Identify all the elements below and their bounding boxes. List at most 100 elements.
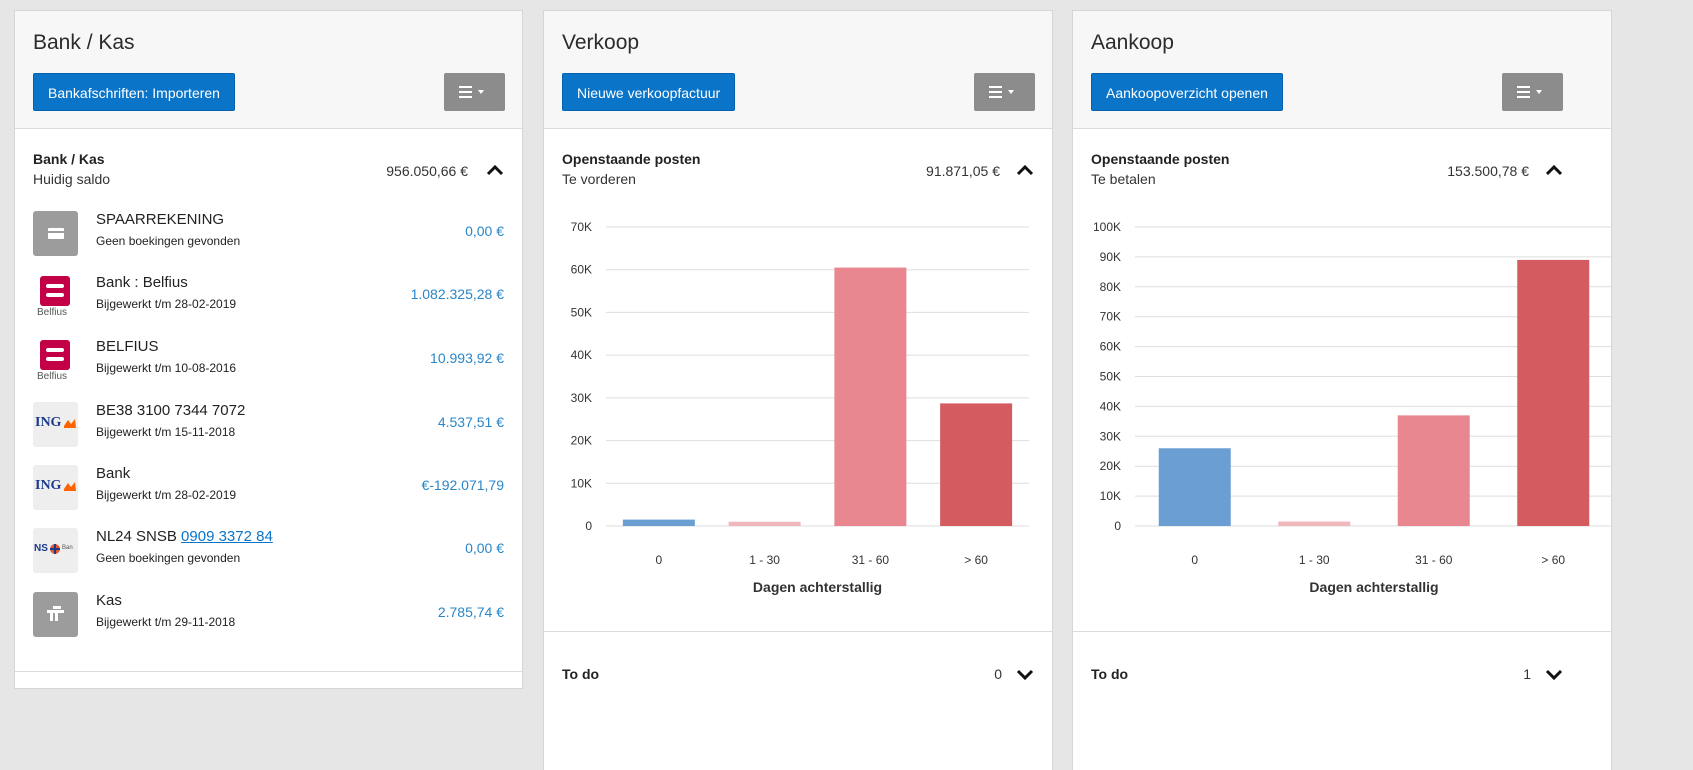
x-category-label: 1 - 30: [1299, 553, 1330, 567]
account-balance[interactable]: €-192.071,79: [421, 477, 504, 493]
y-tick-label: 10K: [1100, 489, 1121, 503]
chart-bar[interactable]: [1158, 448, 1231, 526]
logo-text: ING: [35, 415, 62, 430]
y-tick-label: 60K: [1100, 340, 1121, 354]
divider: [15, 671, 522, 672]
y-tick-label: 40K: [1100, 399, 1121, 413]
chart-bar[interactable]: [1397, 415, 1470, 526]
total-balance: 956.050,66 €: [386, 163, 468, 179]
account-balance[interactable]: 0,00 €: [465, 223, 504, 239]
open-items-section-header[interactable]: Openstaande posten Te betalen 153.500,78…: [1091, 151, 1563, 195]
account-status: Bijgewerkt t/m 28-02-2019: [96, 297, 237, 311]
open-items-section-header[interactable]: Openstaande posten Te vorderen 91.871,05…: [562, 151, 1034, 195]
menu-icon: [459, 86, 484, 98]
logo-text: NS: [34, 543, 48, 554]
logo-text: Belfius: [37, 371, 68, 382]
payable-total: 153.500,78 €: [1447, 163, 1529, 179]
x-axis-title: Dagen achterstallig: [753, 579, 882, 595]
balance-section-header[interactable]: Bank / Kas Huidig saldo 956.050,66 €: [33, 151, 504, 195]
y-tick-label: 50K: [1100, 370, 1121, 384]
account-balance[interactable]: 1.082.325,28 €: [411, 286, 504, 302]
todo-count: 0: [994, 666, 1002, 682]
account-name: Kas: [96, 592, 122, 609]
account-row[interactable]: ING BE38 3100 7344 7072 Bijgewerkt t/m 1…: [33, 402, 504, 452]
y-tick-label: 10K: [571, 476, 592, 490]
chart-bar[interactable]: [1278, 521, 1351, 526]
account-status: Bijgewerkt t/m 29-11-2018: [96, 615, 236, 629]
chevron-down-icon[interactable]: [1016, 669, 1034, 681]
y-tick-label: 50K: [571, 305, 592, 319]
divider: [1073, 631, 1611, 632]
y-tick-label: 90K: [1100, 250, 1121, 264]
account-balance[interactable]: 10.993,92 €: [430, 350, 504, 366]
open-purchase-overview-button[interactable]: Aankoopoverzicht openen: [1091, 73, 1283, 111]
chevron-up-icon[interactable]: [486, 164, 504, 176]
chart-bar[interactable]: [834, 267, 907, 526]
todo-title: To do: [1091, 666, 1129, 682]
panel-title: Verkoop: [562, 31, 640, 54]
account-row[interactable]: NS Ban NL24 SNSB 0909 3372 84 Geen boeki…: [33, 528, 504, 578]
y-tick-label: 40K: [571, 348, 592, 362]
account-row[interactable]: SPAARREKENING Geen boekingen gevonden 0,…: [33, 211, 504, 261]
chevron-up-icon[interactable]: [1016, 164, 1034, 176]
account-name: Bank : Belfius: [96, 274, 188, 291]
x-category-label: 0: [656, 553, 663, 567]
account-number-link[interactable]: 0909 3372 84: [181, 528, 273, 545]
cash-register-icon: [33, 592, 78, 637]
panel-menu-button[interactable]: [444, 73, 505, 111]
panel-header: Aankoop Aankoopoverzicht openen: [1073, 11, 1611, 129]
todo-section-header[interactable]: To do 0: [562, 661, 1034, 691]
menu-icon: [1517, 86, 1542, 98]
chevron-up-icon[interactable]: [1545, 164, 1563, 176]
payables-aging-chart: 0 10K 20K 30K 40K 50K 60K 70K 80K 90K 100K 0 1 - 30 3…: [1093, 220, 1613, 595]
account-row[interactable]: ING Bank Bijgewerkt t/m 28-02-2019 €-192…: [33, 465, 504, 515]
x-category-label: 31 - 60: [852, 553, 890, 567]
todo-section-header[interactable]: To do 1: [1091, 661, 1563, 691]
y-tick-label: 60K: [571, 263, 592, 277]
todo-title: To do: [562, 666, 600, 682]
account-balance[interactable]: 0,00 €: [465, 540, 504, 556]
y-tick-label: 20K: [571, 434, 592, 448]
account-status: Geen boekingen gevonden: [96, 551, 241, 565]
belfius-logo-icon: Belfius: [33, 338, 78, 383]
new-sales-invoice-button[interactable]: Nieuwe verkoopfactuur: [562, 73, 736, 111]
x-category-label: 0: [1191, 553, 1198, 567]
account-balance[interactable]: 2.785,74 €: [438, 604, 504, 620]
y-tick-label: 0: [1114, 519, 1121, 533]
y-tick-label: 30K: [571, 391, 592, 405]
logo-small-text: Ban: [62, 545, 73, 551]
import-bank-statements-button[interactable]: Bankafschriften: Importeren: [33, 73, 235, 111]
chart-bar[interactable]: [1517, 259, 1590, 526]
y-tick-label: 0: [585, 519, 592, 533]
y-tick-label: 70K: [1100, 310, 1121, 324]
y-tick-label: 100K: [1093, 220, 1121, 234]
account-status: Geen boekingen gevonden: [96, 234, 241, 248]
account-row[interactable]: Kas Bijgewerkt t/m 29-11-2018 2.785,74 €: [33, 592, 504, 642]
chevron-down-icon[interactable]: [1545, 669, 1563, 681]
account-name: SPAARREKENING: [96, 211, 225, 228]
x-category-label: 1 - 30: [749, 553, 780, 567]
receivables-aging-chart: 0 10K 20K 30K 40K 50K 60K 70K 0 1 - 30 31 - 60 > 60…: [571, 220, 1029, 595]
menu-icon: [989, 86, 1014, 98]
ing-logo-icon: ING: [33, 465, 78, 510]
logo-text: ING: [35, 478, 62, 493]
y-tick-label: 20K: [1100, 459, 1121, 473]
panel-header: Bank / Kas Bankafschriften: Importeren: [15, 11, 522, 129]
account-balance[interactable]: 4.537,51 €: [438, 414, 504, 430]
chart-bar[interactable]: [940, 403, 1013, 526]
chart-bar[interactable]: [622, 519, 695, 526]
wallet-icon: [33, 211, 78, 256]
panel-menu-button[interactable]: [974, 73, 1035, 111]
account-row[interactable]: Belfius Bank : Belfius Bijgewerkt t/m 28…: [33, 274, 504, 324]
receivable-total: 91.871,05 €: [926, 163, 1000, 179]
account-row[interactable]: Belfius BELFIUS Bijgewerkt t/m 10-08-201…: [33, 338, 504, 388]
bank-kas-panel: Bank / Kas Bankafschriften: Importeren B…: [14, 10, 523, 689]
x-axis-title: Dagen achterstallig: [1309, 579, 1438, 595]
todo-count: 1: [1523, 666, 1531, 682]
y-tick-label: 70K: [571, 220, 592, 234]
panel-title: Bank / Kas: [33, 31, 135, 54]
chart-bar[interactable]: [728, 521, 801, 526]
account-name: BE38 3100 7344 7072: [96, 402, 246, 419]
panel-title: Aankoop: [1091, 31, 1174, 54]
panel-menu-button[interactable]: [1502, 73, 1563, 111]
